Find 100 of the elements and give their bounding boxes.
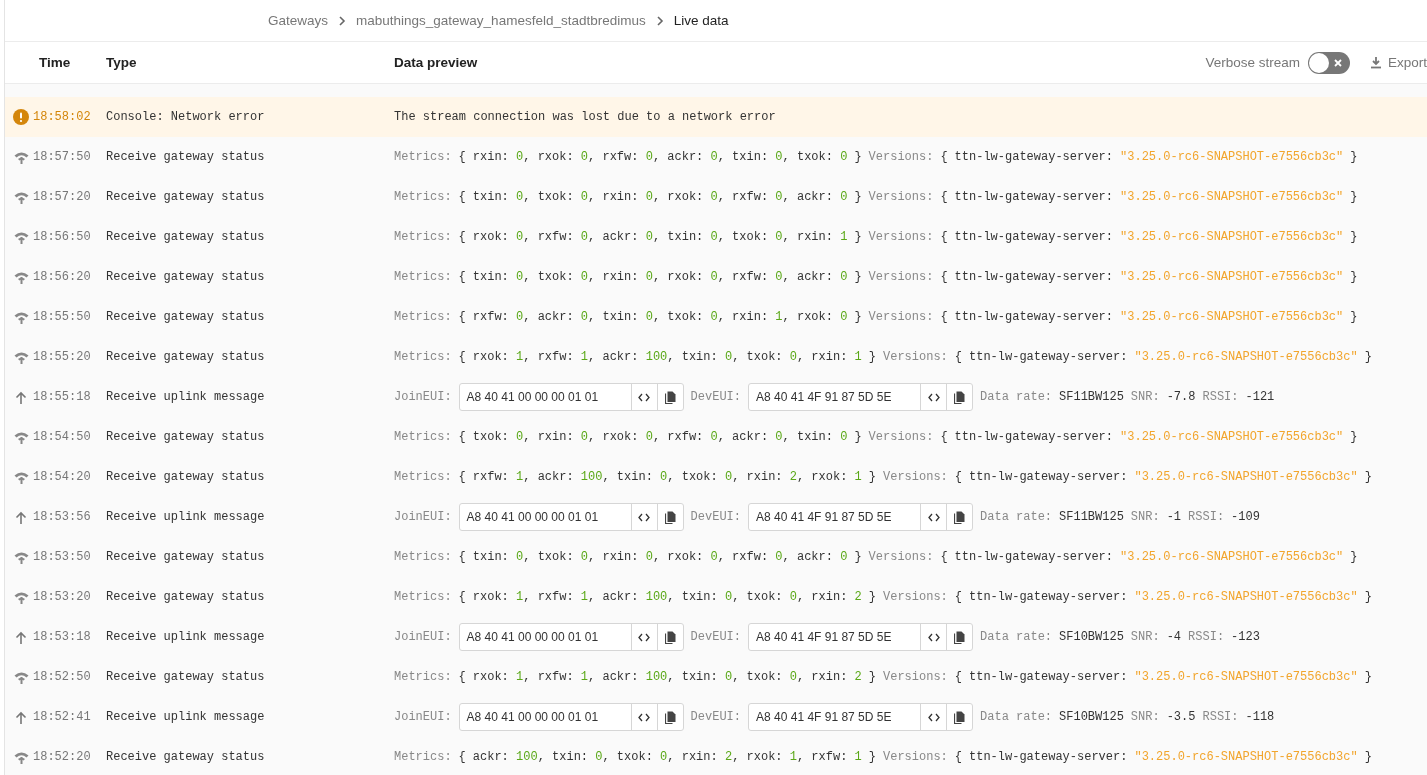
column-header: Data preview	[394, 55, 479, 70]
verbose-stream-toggle[interactable]	[1307, 51, 1350, 74]
metric-key: , rxin:	[588, 270, 639, 284]
metric-key: , txok:	[732, 670, 783, 684]
breadcrumb-link[interactable]: mabuthings_gateway_hamesfeld_stadtbredimus	[356, 13, 646, 28]
version-value: "3.25.0-rc6-SNAPSHOT-e7556cb3c"	[1120, 230, 1344, 244]
metric-value: 2	[724, 750, 733, 764]
event-type: Receive gateway status	[106, 750, 266, 764]
metrics-label: Metrics:	[394, 590, 452, 604]
copy-icon[interactable]	[664, 710, 676, 724]
rssi-label: RSSI:	[1188, 630, 1225, 644]
metric-value: 0	[580, 190, 589, 204]
brace: {	[940, 270, 948, 284]
copy-icon[interactable]	[664, 630, 676, 644]
copy-icon[interactable]	[954, 710, 966, 724]
brace: }	[854, 190, 862, 204]
metric-value: 100	[645, 350, 668, 364]
metric-key: , txok:	[523, 270, 574, 284]
brace: {	[954, 670, 962, 684]
metric-value: 0	[724, 470, 733, 484]
metric-value: 0	[775, 430, 783, 444]
dev-eui-label: DevEUI:	[690, 630, 742, 644]
brace: {	[940, 190, 948, 204]
metrics-label: Metrics:	[394, 750, 452, 764]
metric-value: 0	[775, 550, 783, 564]
metric-key: , ackr:	[782, 550, 833, 564]
metric-value: 0	[840, 270, 848, 284]
brace: {	[954, 750, 962, 764]
copy-icon[interactable]	[954, 390, 966, 404]
code-icon[interactable]	[927, 392, 940, 402]
join-eui-field[interactable]: A8 40 41 00 00 00 01 01	[458, 623, 684, 651]
snr-label: SNR:	[1130, 510, 1160, 524]
metric-key: , rxfw:	[652, 430, 704, 444]
metric-value: 100	[516, 750, 538, 764]
code-icon[interactable]	[638, 632, 651, 642]
metric-value: 0	[645, 310, 653, 324]
dev-eui-field[interactable]: A8 40 41 4F 91 87 5D 5E	[748, 623, 974, 651]
dev-eui-field[interactable]: A8 40 41 4F 91 87 5D 5E	[748, 383, 974, 411]
event-type: Receive uplink message	[106, 630, 266, 644]
snr-label: SNR:	[1130, 390, 1160, 404]
metric-key: , ackr:	[588, 230, 639, 244]
event-time: 18:53:18	[33, 630, 92, 644]
brace: }	[868, 470, 876, 484]
copy-icon[interactable]	[954, 510, 966, 524]
metric-value: 1	[516, 670, 524, 684]
dev-eui-field[interactable]: A8 40 41 4F 91 87 5D 5E	[748, 703, 974, 731]
join-eui-field[interactable]: A8 40 41 00 00 00 01 01	[458, 703, 684, 731]
metric-key: , rxfw:	[717, 270, 769, 284]
metric-value: 1	[840, 230, 848, 244]
metric-key: , rxok:	[652, 550, 704, 564]
event-type: Receive gateway status	[106, 430, 266, 444]
metric-value: 2	[789, 470, 797, 484]
metric-key: , txok:	[652, 310, 704, 324]
code-icon[interactable]	[927, 632, 940, 642]
snr-label: SNR:	[1130, 630, 1160, 644]
code-icon[interactable]	[927, 712, 940, 722]
code-icon[interactable]	[638, 392, 651, 402]
metric-value: 1	[580, 670, 589, 684]
metric-key: , rxok:	[652, 270, 704, 284]
brace: }	[1350, 230, 1358, 244]
copy-icon[interactable]	[664, 390, 676, 404]
brace: {	[458, 310, 466, 324]
code-icon[interactable]	[638, 712, 651, 722]
copy-icon[interactable]	[954, 630, 966, 644]
breadcrumb-link[interactable]: Gateways	[268, 13, 329, 28]
metric-key: , txok:	[717, 230, 769, 244]
join-eui-field[interactable]: A8 40 41 00 00 00 01 01	[458, 383, 684, 411]
metric-key: rxok:	[472, 350, 509, 364]
metric-value: 0	[710, 550, 718, 564]
metrics-label: Metrics:	[394, 470, 452, 484]
x-icon	[1332, 57, 1343, 68]
rssi-value: -123	[1231, 630, 1260, 644]
metric-value: 1	[516, 350, 524, 364]
copy-icon[interactable]	[664, 510, 676, 524]
versions-label: Versions:	[868, 150, 934, 164]
metric-value: 0	[645, 270, 653, 284]
metric-key: , rxfw:	[717, 550, 769, 564]
metric-key: , rxok:	[732, 750, 783, 764]
metric-value: 0	[775, 150, 783, 164]
brace: {	[940, 430, 948, 444]
dev-eui-field[interactable]: A8 40 41 4F 91 87 5D 5E	[748, 503, 974, 531]
code-icon[interactable]	[927, 512, 940, 522]
chevron-right-icon	[655, 15, 664, 26]
version-value: "3.25.0-rc6-SNAPSHOT-e7556cb3c"	[1134, 670, 1358, 684]
export-button[interactable]: Export	[1369, 55, 1427, 70]
versions-label: Versions:	[868, 230, 934, 244]
metrics-label: Metrics:	[394, 350, 452, 364]
event-time: 18:53:50	[33, 550, 92, 564]
data-rate-value: SF10BW125	[1059, 710, 1124, 724]
verbose-stream-label: Verbose stream	[1205, 55, 1300, 70]
metric-key: , rxok:	[782, 310, 833, 324]
metric-value: 2	[854, 670, 862, 684]
brace: {	[954, 470, 962, 484]
event-time: 18:58:02	[33, 110, 92, 124]
metric-value: 0	[516, 270, 524, 284]
chevron-right-icon	[338, 15, 347, 26]
event-type: Receive uplink message	[106, 510, 266, 524]
code-icon[interactable]	[638, 512, 651, 522]
brace: {	[458, 230, 466, 244]
join-eui-field[interactable]: A8 40 41 00 00 00 01 01	[458, 503, 684, 531]
